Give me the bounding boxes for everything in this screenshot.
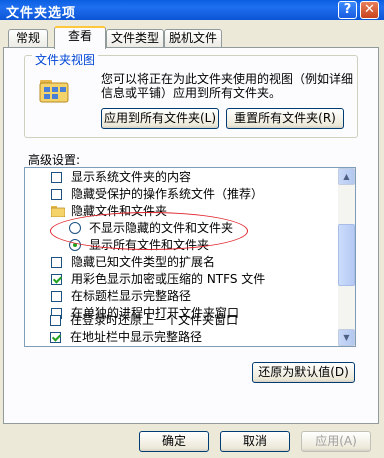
full-path-address-checkbox[interactable] xyxy=(50,332,61,343)
list-item-label: 在标题栏显示完整路径 xyxy=(71,289,192,303)
list-item-label: 在地址栏中显示完整路径 xyxy=(70,330,203,344)
help-button[interactable]: ? xyxy=(338,1,357,19)
scroll-thumb[interactable] xyxy=(338,224,355,286)
scroll-up-arrow[interactable]: ▲ xyxy=(338,168,355,185)
show-system-folders-checkbox[interactable] xyxy=(51,172,62,183)
reset-all-folders-button[interactable]: 重置所有文件夹(R) xyxy=(226,108,344,129)
window-title: 文件夹选项 xyxy=(6,6,77,21)
vertical-scrollbar[interactable]: ▲ ▼ xyxy=(338,168,355,346)
title-bar: 文件夹选项 ? ✕ xyxy=(0,0,384,21)
tab-view[interactable]: 查看 xyxy=(54,26,106,49)
tab-general[interactable]: 常规 xyxy=(8,29,48,47)
tab-file-types[interactable]: 文件类型 xyxy=(106,29,164,47)
show-all-files-radio[interactable] xyxy=(69,239,81,251)
ok-button[interactable]: 确定 xyxy=(139,431,209,452)
apply-to-all-folders-button[interactable]: 应用到所有文件夹(L) xyxy=(101,108,219,129)
folder-views-description: 您可以将正在为此文件夹使用的视图（例如详细信息或平铺）应用到所有文件夹。 xyxy=(101,72,354,100)
tab-strip: 常规 查看 文件类型 脱机文件 xyxy=(0,26,384,49)
list-item-label: 隐藏受保护的操作系统文件（推荐） xyxy=(71,187,264,201)
list-item-label: 不显示隐藏的文件和文件夹 xyxy=(89,221,234,235)
folder-icon xyxy=(51,206,65,217)
full-path-title-checkbox[interactable] xyxy=(51,291,62,302)
dialog-footer: 确定 取消 应用(A) xyxy=(0,424,384,458)
advanced-settings-label: 高级设置: xyxy=(28,153,81,167)
list-item-label: 隐藏文件和文件夹 xyxy=(71,204,168,218)
restore-defaults-button[interactable]: 还原为默认值(D) xyxy=(252,362,355,383)
restore-windows-checkbox[interactable] xyxy=(50,315,61,326)
hide-protected-files-checkbox[interactable] xyxy=(51,189,62,200)
hide-extensions-checkbox[interactable] xyxy=(51,257,62,268)
list-item-label: 用彩色显示加密或压缩的 NTFS 文件 xyxy=(71,272,266,286)
cancel-button[interactable]: 取消 xyxy=(220,431,290,452)
close-button[interactable]: ✕ xyxy=(360,1,379,19)
list-item-label: 显示所有文件和文件夹 xyxy=(89,238,210,252)
apply-button[interactable]: 应用(A) xyxy=(301,431,371,452)
list-item-label: 隐藏已知文件类型的扩展名 xyxy=(71,255,216,269)
list-item-label: 在登录时还原上一个文件夹窗口 xyxy=(70,313,239,327)
color-ntfs-checkbox[interactable] xyxy=(51,274,62,285)
dont-show-hidden-radio[interactable] xyxy=(69,222,81,234)
folder-views-title: 文件夹视图 xyxy=(32,51,99,68)
list-item-label: 显示系统文件夹的内容 xyxy=(71,170,192,184)
tab-offline-files[interactable]: 脱机文件 xyxy=(164,29,222,47)
folder-views-icon xyxy=(39,80,69,103)
scroll-down-arrow[interactable]: ▼ xyxy=(338,329,355,346)
